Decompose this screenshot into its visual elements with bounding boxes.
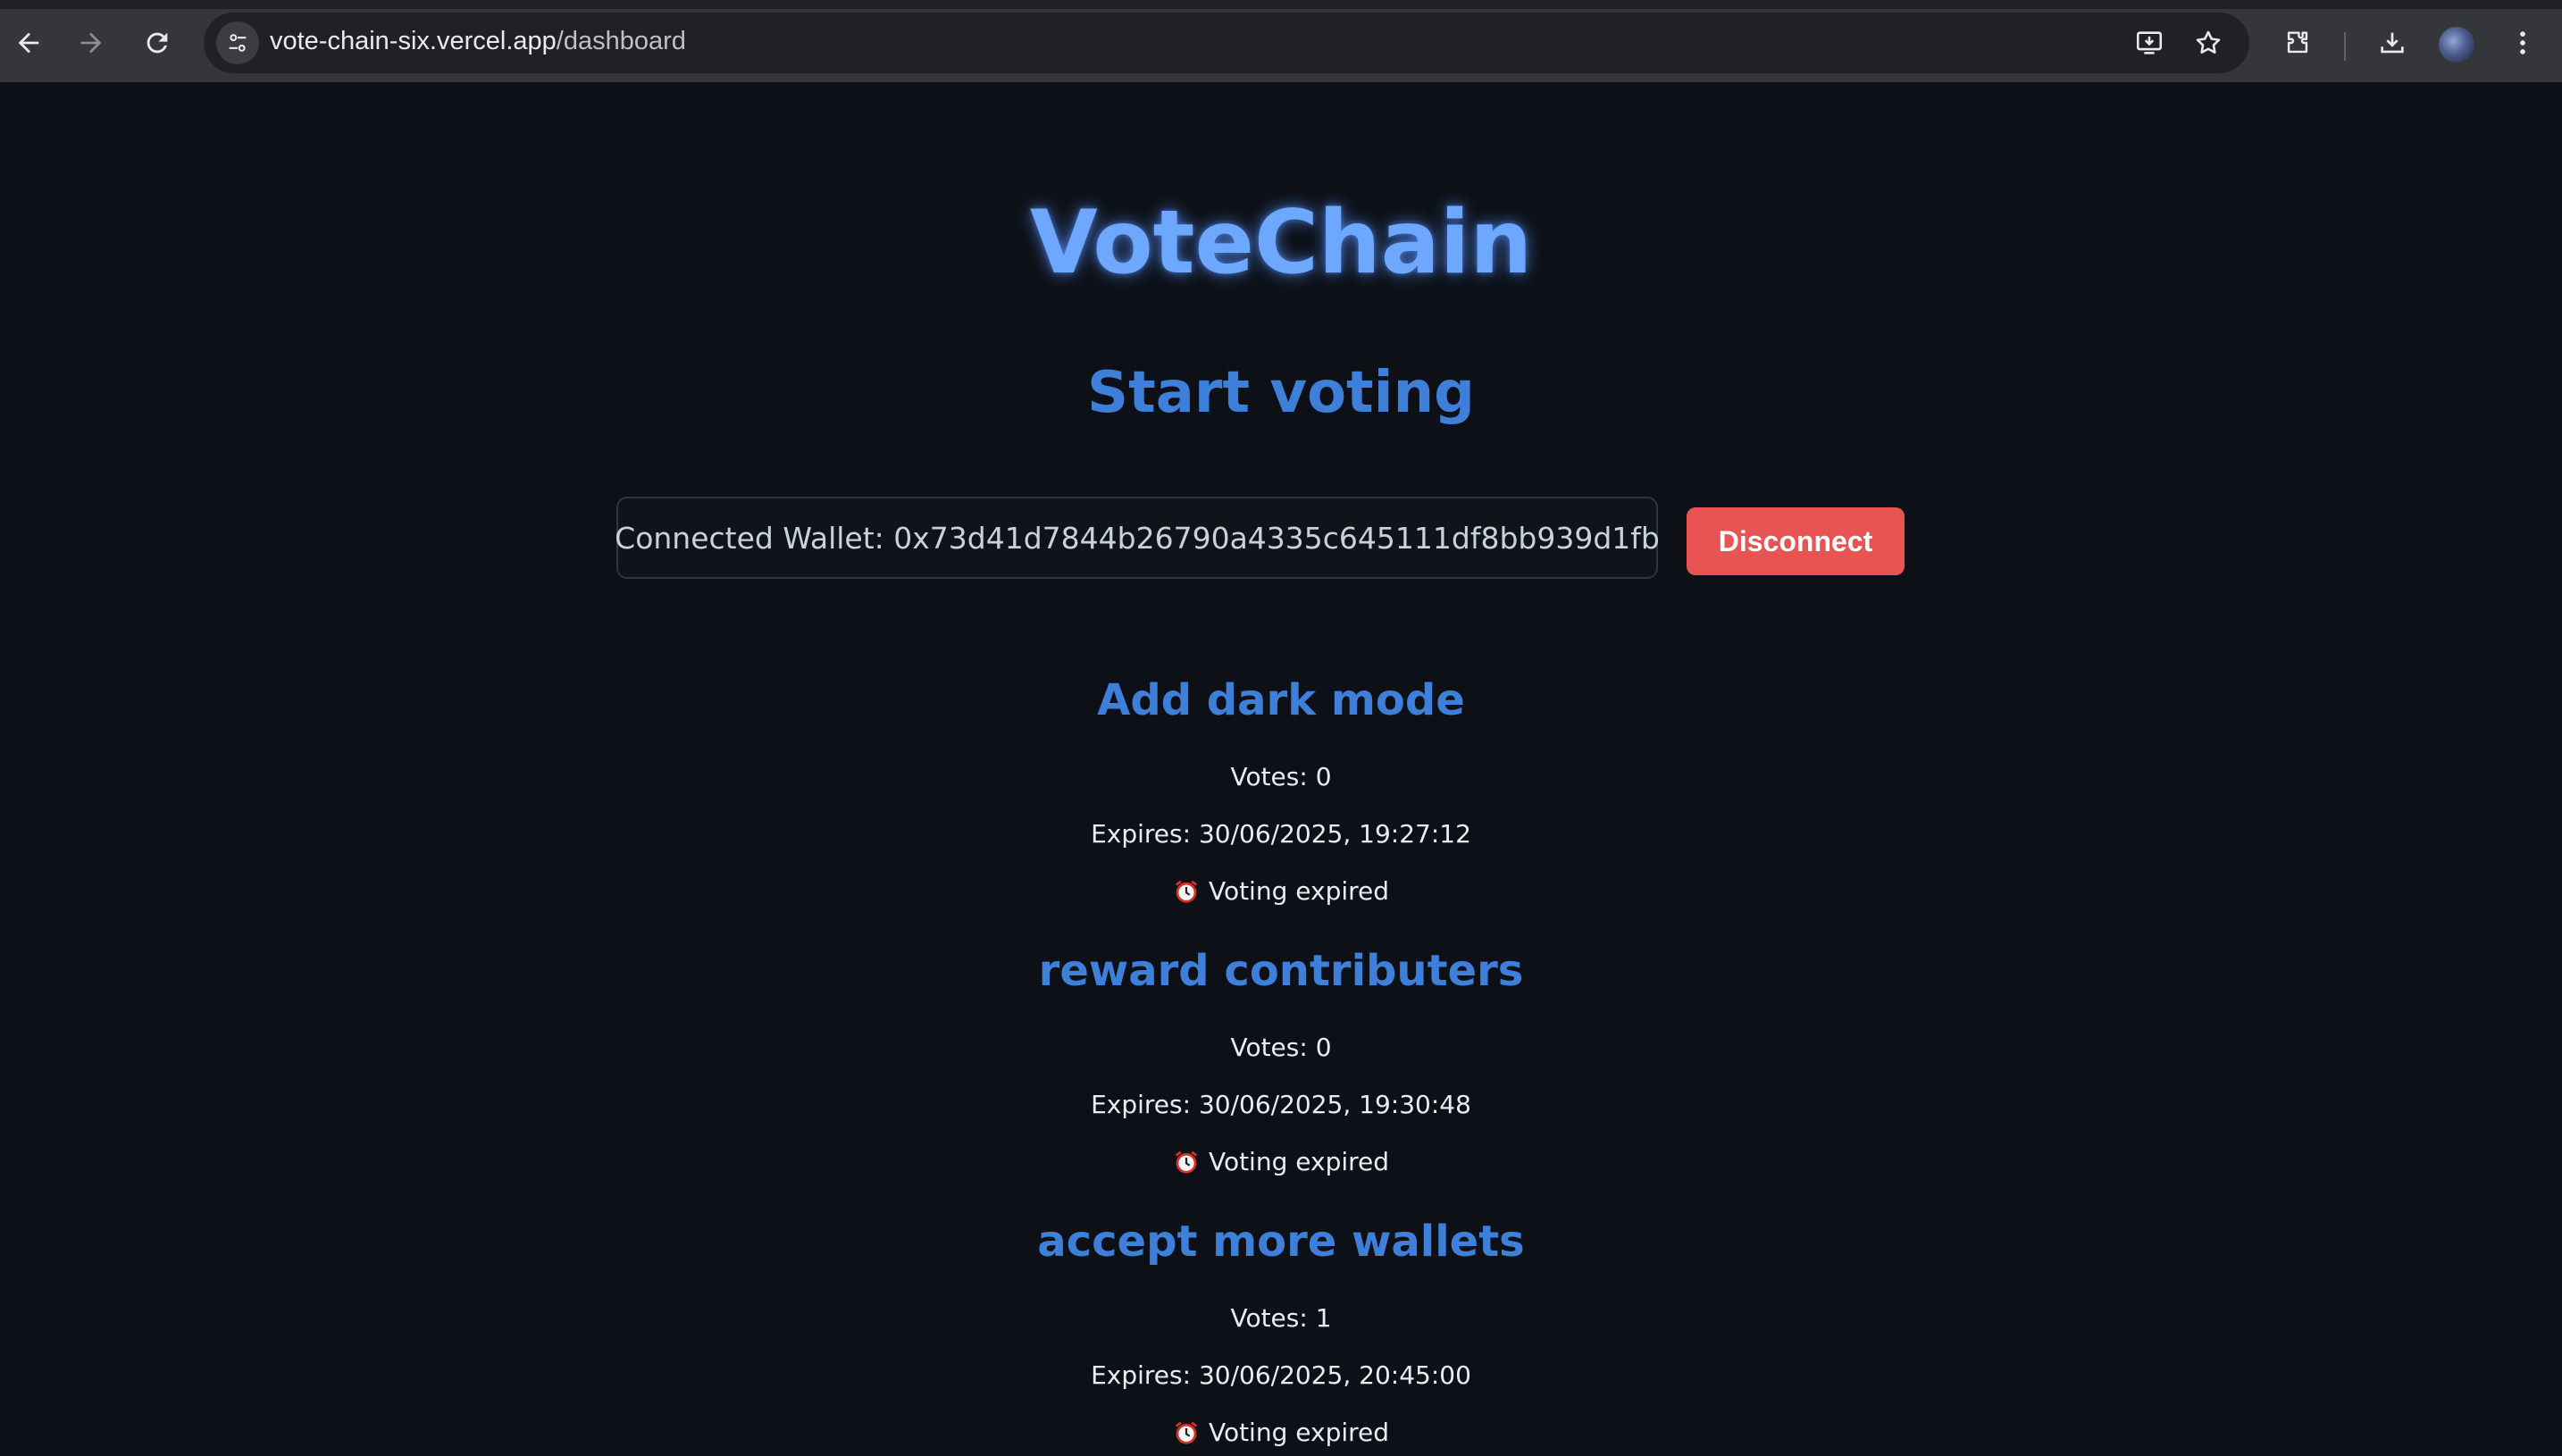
proposal-expires: Expires: 30/06/2025, 19:30:48 bbox=[1091, 1090, 1471, 1119]
tune-icon[interactable] bbox=[216, 21, 259, 64]
proposal-title: reward contributers bbox=[1038, 946, 1524, 996]
download-icon[interactable] bbox=[2371, 21, 2414, 64]
proposal-card: accept more wallets bbox=[0, 1215, 2562, 1268]
proposal-card: Add dark mode bbox=[0, 674, 2562, 727]
proposal-expires: Expires: 30/06/2025, 19:27:12 bbox=[1091, 819, 1471, 849]
install-app-icon[interactable] bbox=[2130, 23, 2169, 63]
url-text: vote-chain-six.vercel.app/dashboard bbox=[270, 27, 686, 56]
toolbar-divider bbox=[2344, 32, 2346, 61]
proposal-title: accept more wallets bbox=[1037, 1217, 1525, 1267]
browser-toolbar: vote-chain-six.vercel.app/dashboard bbox=[0, 0, 2562, 82]
proposal-expires: Expires: 30/06/2025, 20:45:00 bbox=[1091, 1360, 1471, 1390]
kebab-menu-icon[interactable] bbox=[2501, 21, 2544, 64]
connected-wallet-display: Connected Wallet: 0x73d41d7844b26790a433… bbox=[615, 497, 1660, 579]
proposal-card: reward contributers bbox=[0, 944, 2562, 998]
app-title: VoteChain bbox=[1029, 192, 1533, 294]
forward-arrow-icon[interactable] bbox=[70, 21, 113, 64]
alarm-clock-icon bbox=[1175, 1421, 1198, 1444]
proposal-status: Voting expired bbox=[0, 874, 2562, 909]
proposal-status-text: Voting expired bbox=[1208, 1147, 1390, 1176]
proposal-votes: Votes: 0 bbox=[1230, 762, 1332, 791]
proposal-title: Add dark mode bbox=[1097, 675, 1465, 725]
disconnect-button[interactable]: Disconnect bbox=[1687, 507, 1905, 575]
back-arrow-icon[interactable] bbox=[7, 21, 50, 64]
profile-avatar[interactable] bbox=[2439, 27, 2474, 63]
puzzle-icon[interactable] bbox=[2276, 21, 2319, 64]
reload-icon[interactable] bbox=[136, 21, 179, 64]
star-icon[interactable] bbox=[2189, 23, 2228, 63]
alarm-clock-icon bbox=[1175, 1151, 1198, 1174]
proposal-status-text: Voting expired bbox=[1208, 1418, 1390, 1447]
proposal-status: Voting expired bbox=[0, 1144, 2562, 1180]
proposal-status: Voting expired bbox=[0, 1415, 2562, 1451]
url-path: /dashboard bbox=[556, 27, 686, 55]
alarm-clock-icon bbox=[1175, 880, 1198, 903]
page-subtitle: Start voting bbox=[1087, 360, 1475, 426]
proposal-status-text: Voting expired bbox=[1208, 876, 1390, 906]
address-bar[interactable]: vote-chain-six.vercel.app/dashboard bbox=[204, 13, 2249, 73]
url-host: vote-chain-six.vercel.app bbox=[270, 27, 557, 55]
proposal-votes: Votes: 1 bbox=[1230, 1303, 1332, 1333]
proposal-votes: Votes: 0 bbox=[1230, 1033, 1332, 1062]
